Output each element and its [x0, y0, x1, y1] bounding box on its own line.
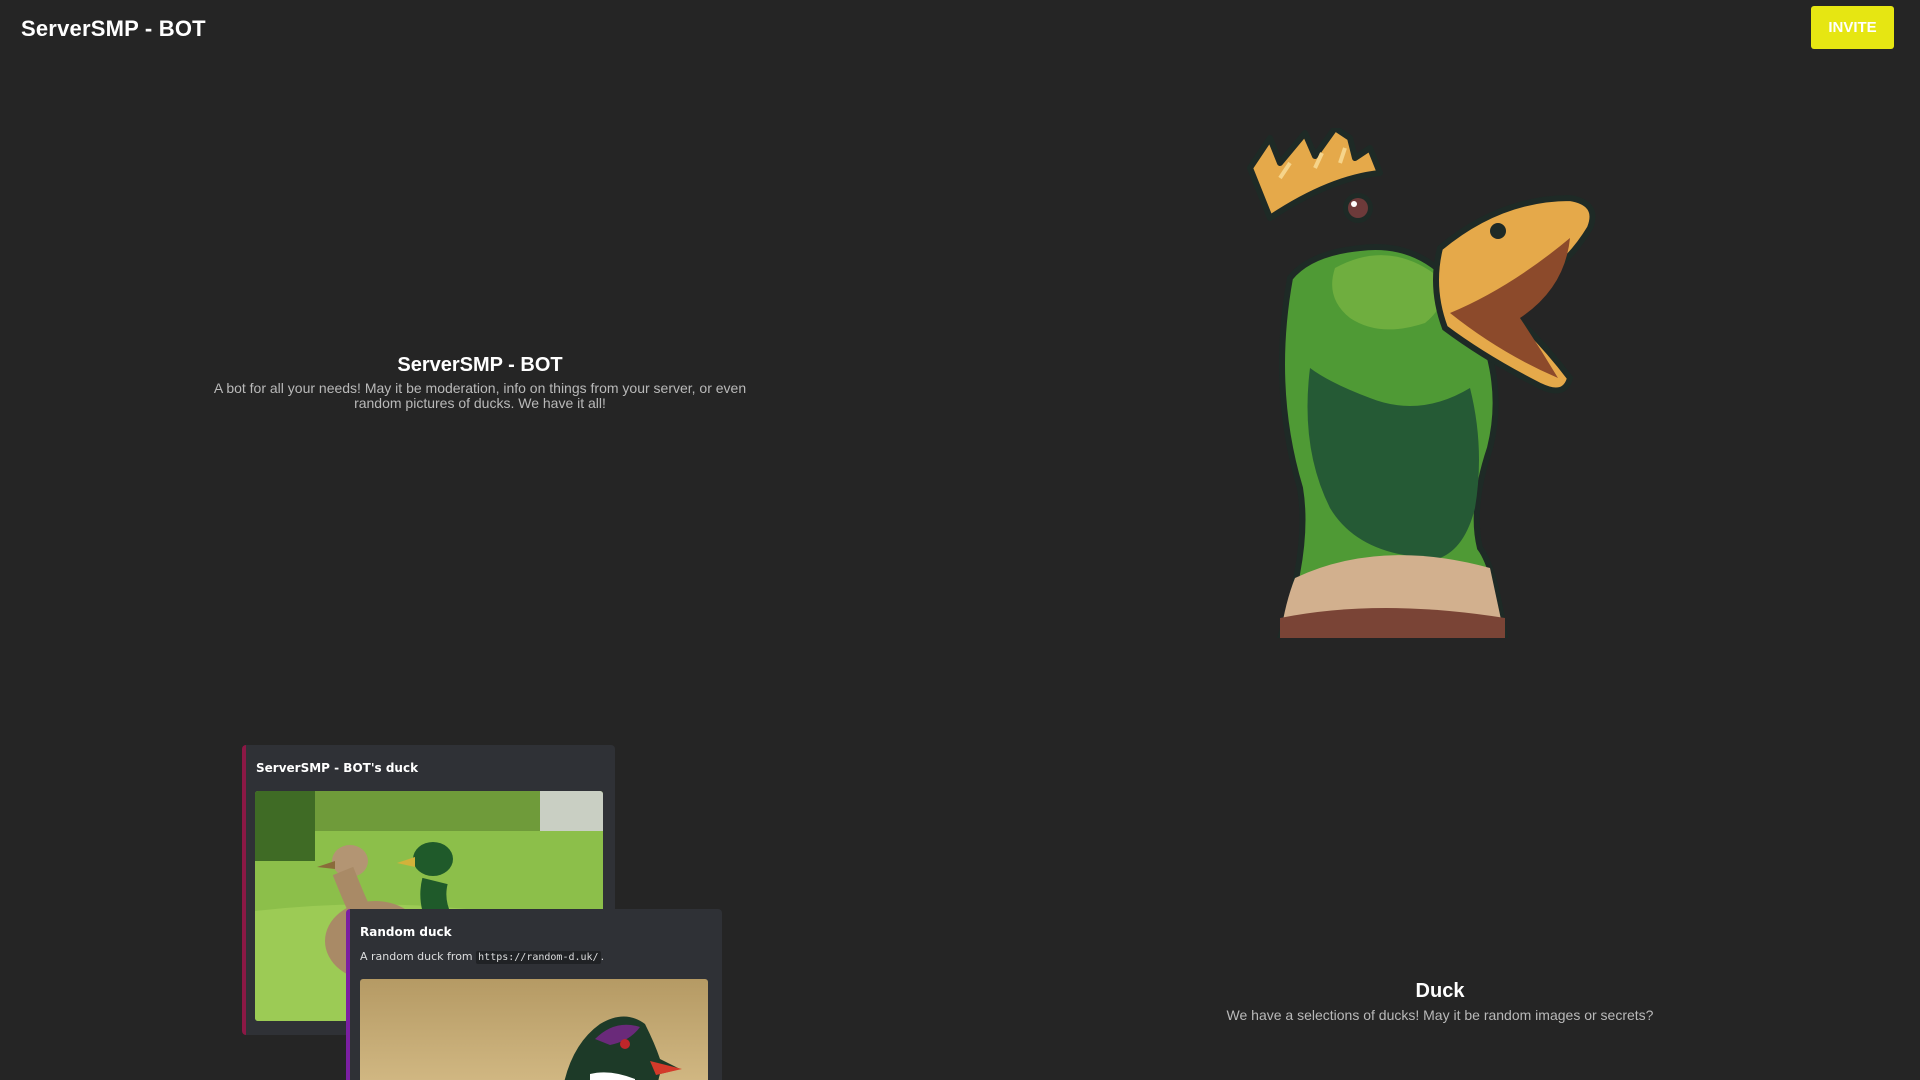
crowned-duck-mascot-icon	[1247, 128, 1596, 638]
brand-title[interactable]: ServerSMP - BOT	[21, 16, 206, 42]
embed-description-suffix: .	[600, 950, 605, 963]
embed-description-text: A random duck from	[360, 950, 477, 963]
page: ServerSMP - BOT INVITE ServerSMP - BOT A…	[0, 0, 1920, 1080]
embed-card-random-duck: Random duck A random duck from https://r…	[346, 909, 722, 1080]
embed-title: Random duck	[360, 925, 452, 939]
duck-section-description: We have a selections of ducks! May it be…	[1226, 1007, 1654, 1023]
duck-section-title: Duck	[1415, 980, 1465, 1002]
embed-link-code[interactable]: https://random-d.uk/	[476, 951, 601, 964]
invite-button[interactable]: INVITE	[1811, 6, 1894, 49]
wood-duck-photo-icon[interactable]	[360, 979, 708, 1080]
embed-description: A random duck from https://random-d.uk/.	[360, 950, 605, 964]
hero-description: A bot for all your needs! May it be mode…	[213, 380, 747, 411]
hero-text-block: ServerSMP - BOT A bot for all your needs…	[180, 354, 780, 411]
embed-title: ServerSMP - BOT's duck	[256, 761, 419, 775]
hero-title: ServerSMP - BOT	[397, 354, 563, 376]
duck-section: Duck We have a selections of ducks! May …	[1180, 980, 1700, 1023]
